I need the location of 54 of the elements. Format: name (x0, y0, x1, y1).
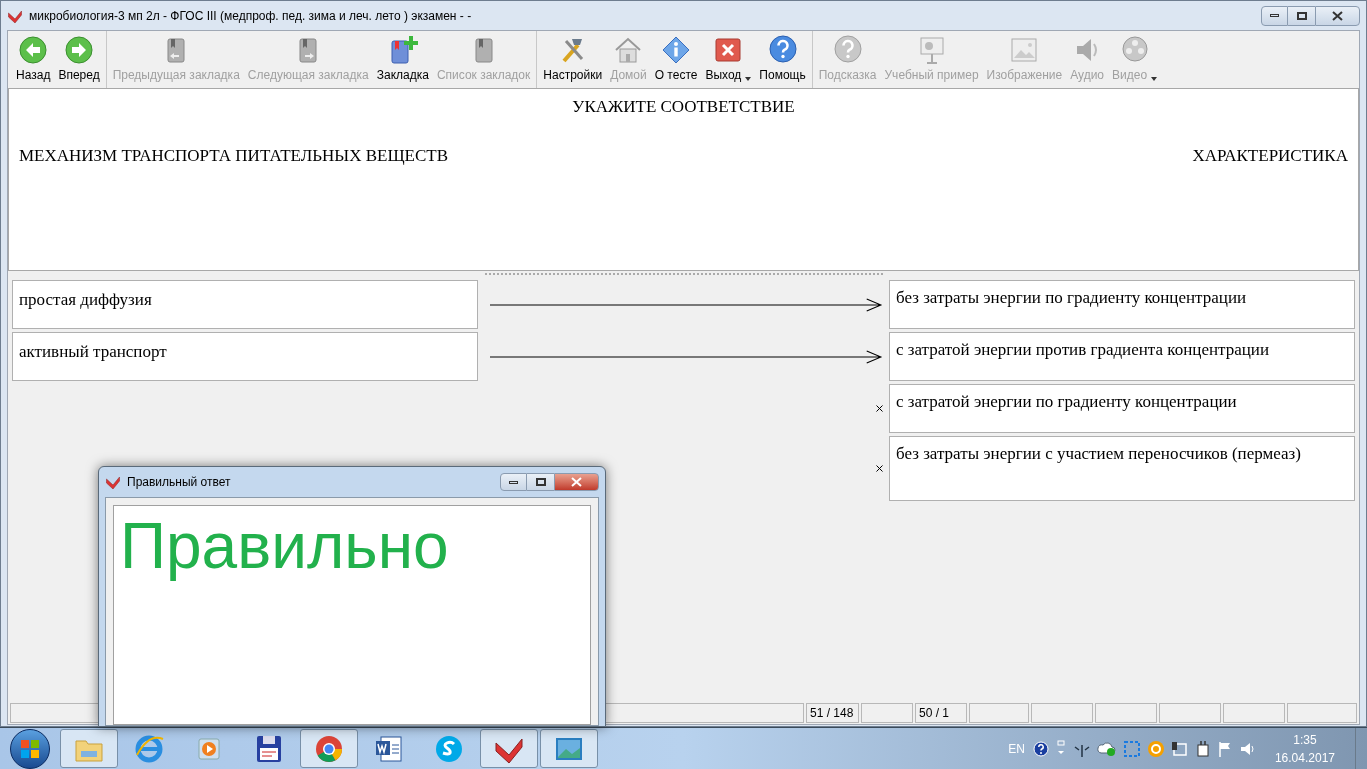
status-cell (1159, 703, 1221, 723)
checkmark-logo-icon (105, 474, 121, 490)
question-title: УКАЖИТЕ СООТВЕТСТВИЕ (571, 96, 796, 118)
toolbar-button[interactable]: Назад (12, 31, 55, 88)
toolbar-button[interactable]: Настройки (539, 31, 607, 88)
minimize-button[interactable] (500, 473, 527, 491)
answer-option[interactable]: без затраты энергии по градиенту концентрации (889, 280, 1355, 329)
dialog-title: Правильный ответ (127, 474, 232, 491)
close-icon (1332, 10, 1343, 21)
maximize-button[interactable] (1288, 5, 1315, 26)
minimize-button[interactable] (1261, 5, 1288, 26)
devices-icon[interactable] (1170, 739, 1189, 758)
status-cell (861, 703, 913, 723)
status-cell (1223, 703, 1285, 723)
answer-option[interactable]: без затраты энергии с участием переносчиков (пермеаз) (889, 436, 1355, 501)
help-icon (767, 35, 798, 65)
help-icon[interactable] (1032, 740, 1049, 757)
answer-option[interactable]: простая диффузия (12, 280, 478, 329)
close-icon (571, 477, 582, 487)
splitter-handle[interactable] (484, 273, 883, 277)
status-cell (969, 703, 1029, 723)
flag-icon[interactable] (1216, 739, 1233, 758)
caret-icon (745, 77, 752, 81)
status-cell (1095, 703, 1157, 723)
status-cell (1031, 703, 1093, 723)
close-button[interactable] (554, 473, 599, 491)
result-message: Правильно (120, 509, 450, 584)
status-cell (1287, 703, 1357, 723)
toolbar-button[interactable]: Выход (701, 31, 756, 88)
status-cell: 51 / 148 (806, 703, 859, 723)
taskbar-button[interactable] (480, 729, 538, 768)
column-heading: ХАРАКТЕРИСТИКА (1192, 144, 1348, 167)
info-icon (661, 35, 692, 65)
close-button[interactable] (1315, 5, 1360, 26)
caret-icon (1151, 77, 1158, 81)
answer-option[interactable]: активный транспорт (12, 332, 478, 381)
cloud-icon[interactable] (1096, 740, 1117, 757)
close-icon (713, 35, 744, 65)
answer-option[interactable]: с затратой энергии против градиента концентрации (889, 332, 1355, 381)
status-cell: 50 / 1 (915, 703, 967, 723)
window-title: микробиология-3 мп 2л - ФГОС III (медпроф. пед. зима и леч. лето ) экзамен - - (29, 7, 473, 25)
toolbar-button[interactable]: Закладка (372, 31, 433, 88)
windows-logo-icon (20, 738, 40, 759)
power-plug-icon[interactable] (1194, 739, 1211, 758)
maximize-button[interactable] (527, 473, 554, 491)
start-button[interactable] (10, 728, 50, 769)
help-icon (832, 35, 863, 65)
image-icon (1009, 35, 1040, 65)
film-reel-icon (1119, 35, 1150, 65)
toolbar-button[interactable]: Вперед (54, 31, 104, 88)
toolbar-button[interactable]: Помощь (755, 31, 810, 88)
toolbar-button[interactable]: О тесте (650, 31, 702, 88)
answer-option[interactable]: с затратой энергии по градиенту концентрации (889, 384, 1355, 433)
column-heading: МЕХАНИЗМ ТРАНСПОРТА ПИТАТЕЛЬНЫХ ВЕЩЕСТВ (19, 144, 448, 167)
